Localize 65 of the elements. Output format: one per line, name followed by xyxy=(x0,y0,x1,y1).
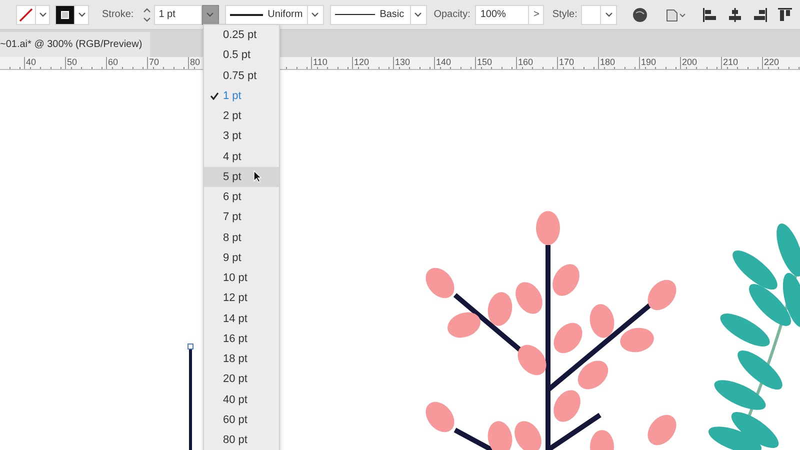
stroke-profile-field[interactable]: Uniform xyxy=(224,4,308,24)
square-icon xyxy=(61,10,69,18)
caret-icon xyxy=(604,12,613,17)
globe-icon[interactable] xyxy=(632,6,648,22)
ruler-label: 200 xyxy=(680,57,721,69)
document-dropdown-icon[interactable] xyxy=(666,8,688,22)
caret-icon xyxy=(414,12,422,17)
ruler-label: 130 xyxy=(393,57,434,69)
menu-item[interactable]: 7 pt xyxy=(204,207,279,228)
menu-item[interactable]: 80 pt xyxy=(204,430,279,450)
ruler-label: 170 xyxy=(557,57,598,69)
stroke-color-swatch[interactable] xyxy=(16,4,36,24)
document-tab[interactable]: ~01.ai* @ 300% (RGB/Preview) xyxy=(0,32,150,57)
menu-item[interactable]: 4 pt xyxy=(204,146,279,167)
dropdown-button[interactable] xyxy=(202,4,219,24)
menu-item[interactable]: 3 pt xyxy=(204,126,279,146)
menu-item[interactable]: 6 pt xyxy=(204,187,279,208)
menu-item[interactable]: 12 pt xyxy=(204,288,279,308)
caret-icon xyxy=(311,12,320,17)
caret-icon xyxy=(78,12,86,17)
menu-item[interactable]: 40 pt xyxy=(204,390,279,410)
fill-color-swatch[interactable] xyxy=(55,4,75,24)
style-field[interactable] xyxy=(581,4,602,24)
diagonal-line-icon xyxy=(18,6,34,22)
ruler-label: 150 xyxy=(475,57,516,69)
mouse-cursor-icon xyxy=(253,170,262,183)
menu-item[interactable]: 9 pt xyxy=(204,248,279,268)
spinner-arrows-icon[interactable] xyxy=(142,6,152,24)
caret-icon xyxy=(206,12,214,17)
menu-item[interactable]: 16 pt xyxy=(204,328,279,349)
align-top-icon[interactable] xyxy=(777,6,794,22)
opacity-arrow-button[interactable]: > xyxy=(529,4,544,24)
align-left-icon[interactable] xyxy=(702,6,718,22)
ruler-label: 180 xyxy=(598,57,639,69)
menu-item[interactable]: 2 pt xyxy=(204,106,279,126)
caret-icon xyxy=(38,12,46,17)
ruler-label: 210 xyxy=(721,57,762,69)
menu-item[interactable]: 60 pt xyxy=(204,410,279,430)
ruler-label: 60 xyxy=(106,57,147,69)
brush-field[interactable]: Basic xyxy=(330,4,411,24)
menu-item[interactable]: 5 pt xyxy=(204,166,279,187)
ruler-label: 120 xyxy=(352,57,393,69)
menu-item[interactable]: 20 pt xyxy=(204,369,279,390)
menu-item[interactable]: 14 pt xyxy=(204,308,279,329)
align-center-icon[interactable] xyxy=(727,6,744,22)
menu-item[interactable]: 8 pt xyxy=(204,228,279,248)
style-label: Style: xyxy=(552,9,578,20)
menu-item[interactable]: 10 pt xyxy=(204,268,279,288)
ruler-label: 70 xyxy=(147,57,188,69)
ruler-label: 50 xyxy=(65,57,106,69)
menu-item[interactable]: 1 pt xyxy=(204,86,279,106)
stroke-weight-field[interactable]: 1 pt xyxy=(154,4,202,24)
checkmark-icon xyxy=(210,92,219,100)
opacity-field[interactable]: 100% xyxy=(475,4,530,24)
ruler-label: 190 xyxy=(639,57,680,69)
stroke-label: Stroke: xyxy=(102,9,134,20)
align-right-icon[interactable] xyxy=(752,6,768,22)
ruler-label: 160 xyxy=(516,57,557,69)
ruler-label: 40 xyxy=(24,57,65,69)
ruler-label: 110 xyxy=(311,57,352,69)
ruler-label: 220 xyxy=(762,57,800,69)
menu-item[interactable]: 0.25 pt xyxy=(204,25,279,46)
ruler-label: 140 xyxy=(434,57,475,69)
opacity-label: Opacity: xyxy=(434,9,470,20)
menu-item[interactable]: 18 pt xyxy=(204,349,279,370)
